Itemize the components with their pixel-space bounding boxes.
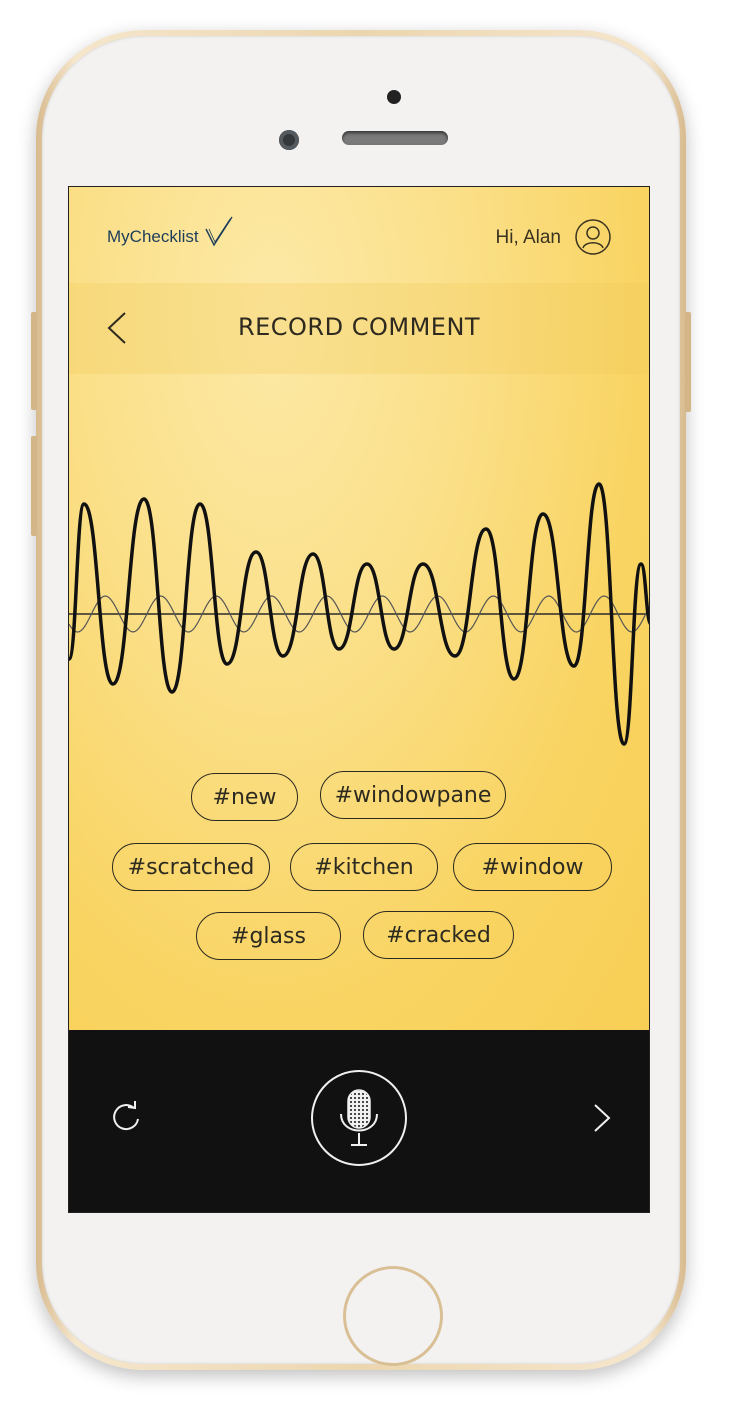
content-area: MyChecklist Hi, Alan RECORD COMMENT #new…: [69, 187, 649, 1030]
user-greeting: Hi, Alan: [495, 227, 561, 248]
page-title: RECORD COMMENT: [237, 313, 481, 341]
record-button[interactable]: [311, 1070, 407, 1166]
title-bar: RECORD COMMENT: [69, 283, 649, 374]
tag-scratched[interactable]: #scratched: [112, 843, 270, 891]
earpiece-speaker: [342, 131, 448, 145]
chevron-right-icon[interactable]: [593, 1103, 611, 1133]
recording-controls: [69, 1030, 649, 1212]
top-bar: MyChecklist Hi, Alan: [69, 187, 649, 283]
audio-waveform: [69, 482, 649, 746]
home-button[interactable]: [343, 1266, 443, 1366]
power-button: [685, 312, 691, 412]
app-screen: MyChecklist Hi, Alan RECORD COMMENT #new…: [68, 186, 650, 1213]
front-camera: [279, 130, 299, 150]
tag-cracked[interactable]: #cracked: [363, 911, 514, 959]
tag-windowpane[interactable]: #windowpane: [320, 771, 506, 819]
volume-up-button: [31, 312, 37, 410]
app-logo: MyChecklist: [107, 227, 199, 246]
tag-new[interactable]: #new: [191, 773, 298, 821]
microphone-icon: [340, 1089, 378, 1146]
proximity-sensor: [387, 90, 401, 104]
volume-down-button: [31, 436, 37, 536]
tag-kitchen[interactable]: #kitchen: [290, 843, 438, 891]
user-circle-icon[interactable]: [575, 219, 611, 255]
checkmark-icon: [205, 216, 233, 247]
tag-window[interactable]: #window: [453, 843, 612, 891]
refresh-icon[interactable]: [107, 1098, 145, 1136]
tag-glass[interactable]: #glass: [196, 912, 341, 960]
